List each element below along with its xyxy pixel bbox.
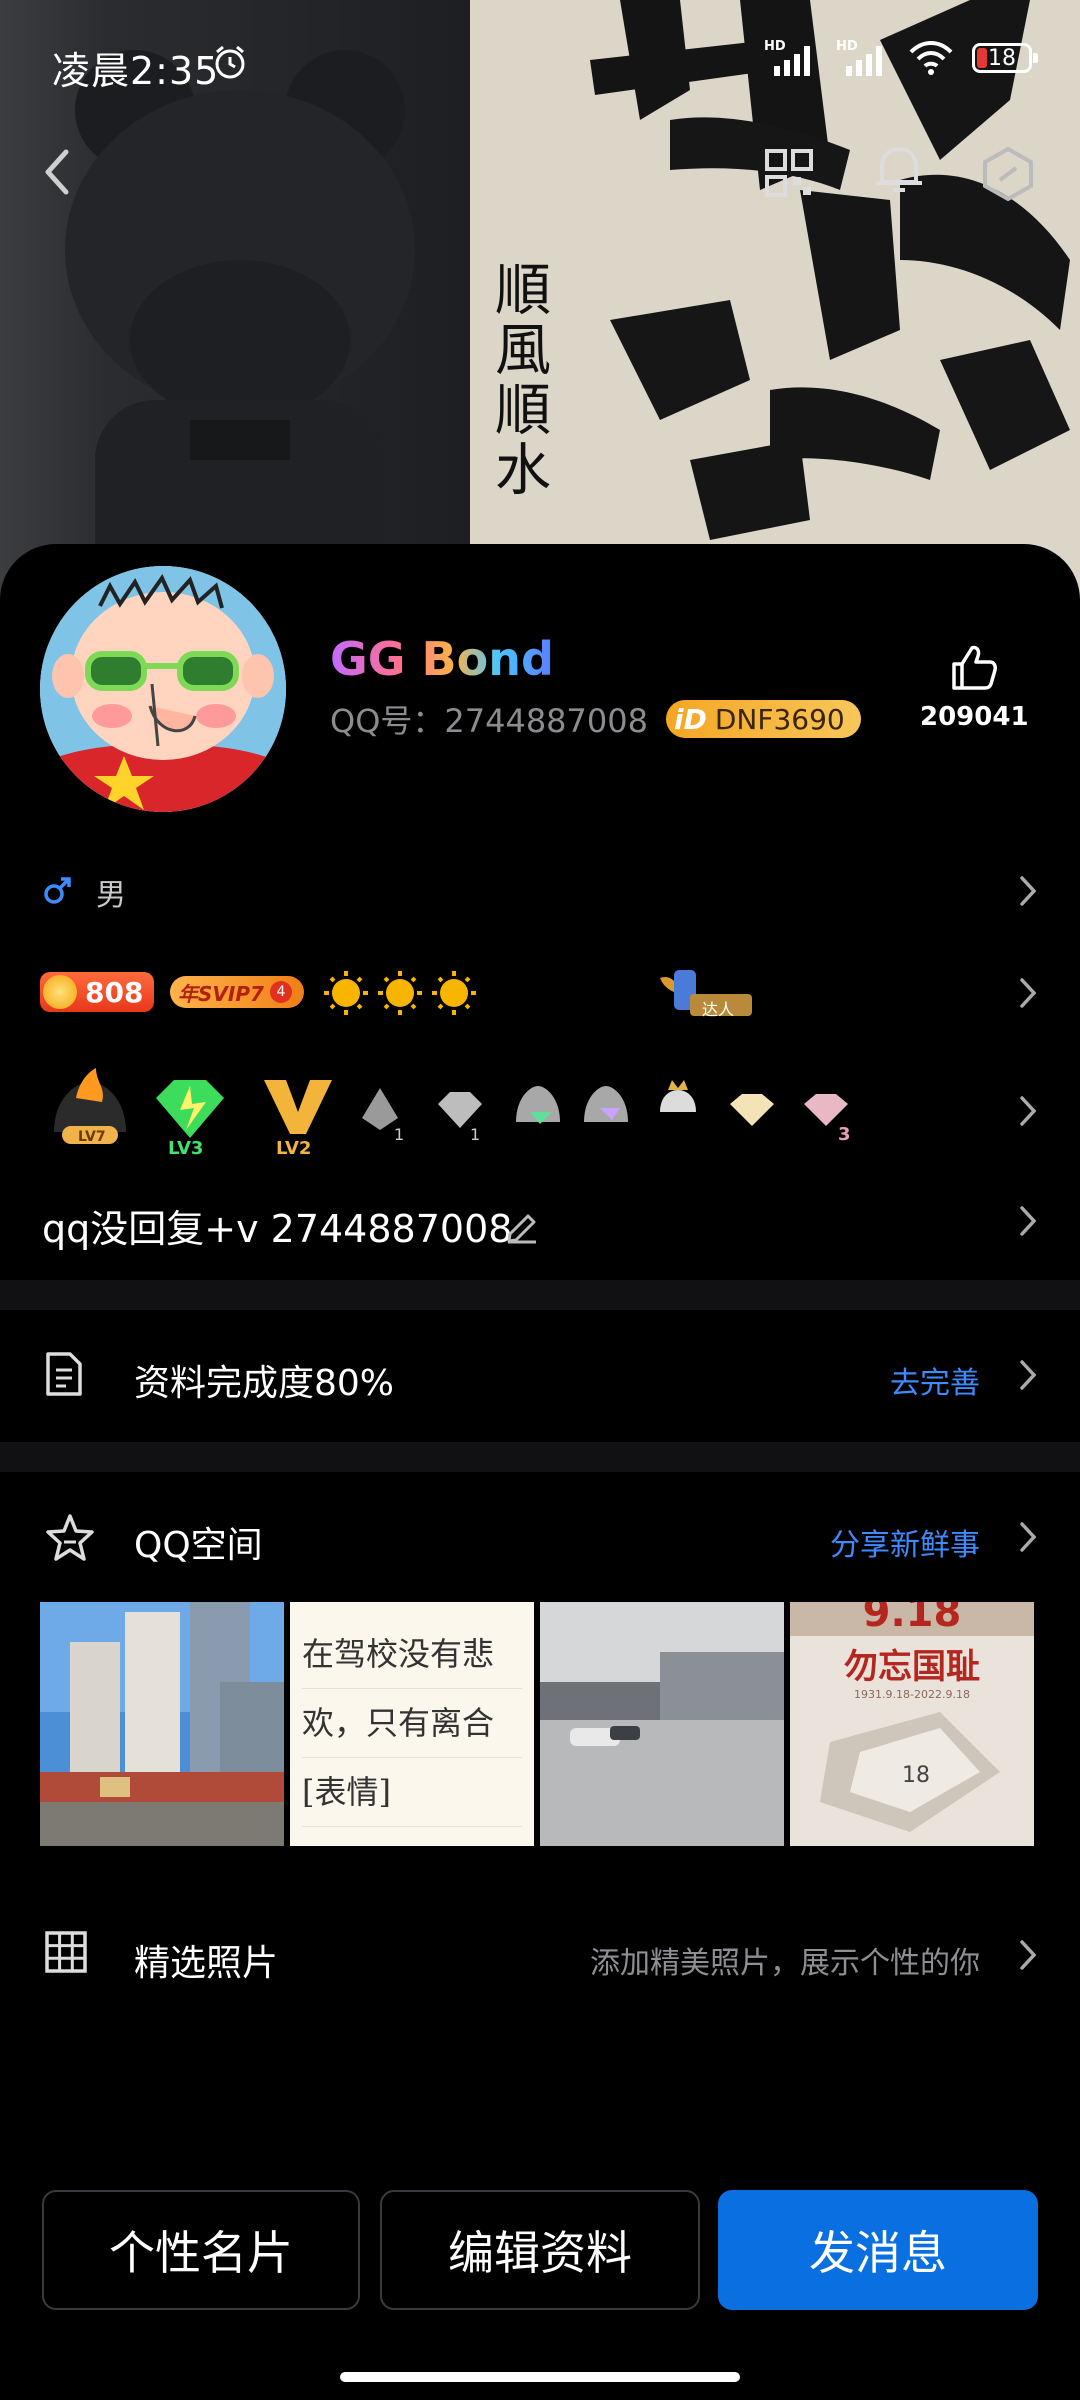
send-message-button[interactable]: 发消息: [718, 2190, 1038, 2310]
battery-level: 18: [988, 45, 1016, 71]
chevron-right-icon: [1020, 1522, 1037, 1552]
post-line-1: 在驾校没有悲: [302, 1620, 522, 1689]
game-badges-row[interactable]: LV7 LV3 LV2 1 1 3: [0, 1060, 1080, 1160]
qq-number[interactable]: QQ号：2744887008: [330, 696, 648, 742]
profile-card: [0, 544, 1080, 2400]
game-badge-label-4: 1: [394, 1125, 404, 1144]
grid-icon: [45, 1931, 87, 1973]
game-badge-label-10: 3: [838, 1124, 851, 1145]
vip-level-value: 808: [85, 975, 144, 1009]
like-count: 209041: [920, 702, 1029, 732]
edit-icon[interactable]: [504, 1208, 540, 1244]
featured-photos-row[interactable]: 精选照片 添加精美照片，展示个性的你: [0, 1896, 1080, 2016]
gender-label: 男: [96, 878, 126, 913]
id-tag[interactable]: iD DNF3690: [665, 700, 861, 738]
qzone-photo-lot[interactable]: [540, 1602, 784, 1846]
coin-icon: [43, 975, 77, 1009]
profile-completeness-row[interactable]: 资料完成度80% 去完善: [0, 1316, 1080, 1436]
chevron-right-icon: [1020, 1206, 1037, 1236]
game-badge-label-1: LV7: [78, 1129, 106, 1145]
chevron-right-icon: [1020, 1360, 1037, 1390]
signature-row[interactable]: qq没回复+v 2744887008: [0, 1188, 1080, 1258]
memorial-poster-image: 9.18 勿忘国耻 1931.9.18-2022.9.18 18: [790, 1602, 1034, 1846]
avatar-image: [40, 566, 286, 812]
hexagon-icon[interactable]: [982, 146, 1034, 202]
post-line-3: [表情]: [302, 1758, 522, 1827]
signal1-label: HD: [764, 39, 786, 54]
chevron-right-icon: [1020, 1940, 1037, 1970]
id-icon: iD: [673, 702, 707, 736]
qzone-photo-buildings[interactable]: [40, 1602, 284, 1846]
qzone-title: QQ空间: [134, 1525, 263, 1566]
game-badge-label-5: 1: [470, 1125, 480, 1144]
chevron-right-icon: [1020, 876, 1037, 906]
thumbs-up-icon: [952, 645, 997, 690]
like-button[interactable]: 209041: [920, 642, 1029, 732]
qzone-text-post[interactable]: 在驾校没有悲 欢，只有离合 [表情]: [290, 1602, 534, 1846]
profile-card-button[interactable]: 个性名片: [42, 2190, 360, 2310]
share-news-link[interactable]: 分享新鲜事: [830, 1520, 980, 1564]
post-line-2: 欢，只有离合: [302, 1689, 522, 1758]
chevron-right-icon: [1020, 1096, 1037, 1126]
game-badge-label-3: LV2: [276, 1138, 311, 1158]
poster-dates: 1931.9.18-2022.9.18: [854, 1688, 970, 1701]
vip-badges-row[interactable]: 808 年SVIP7 4 达人: [0, 960, 1080, 1030]
gender-row[interactable]: 男: [0, 860, 1080, 920]
alarm-icon: [215, 45, 245, 79]
signal-icon-2: HD: [836, 39, 882, 76]
document-icon: [46, 1352, 82, 1396]
poster-headline: 9.18: [863, 1602, 962, 1636]
svip-badge-label: 年SVIP7: [178, 981, 264, 1006]
signal-icon: HD: [764, 39, 810, 76]
add-photos-link[interactable]: 添加精美照片，展示个性的你: [590, 1938, 980, 1982]
poster-title: 勿忘国耻: [844, 1647, 980, 1687]
status-bar: 凌晨2:35 HD HD 18: [0, 0, 1080, 130]
star-icon: [46, 1514, 94, 1561]
completeness-title: 资料完成度80%: [134, 1363, 395, 1404]
id-tag-label: DNF3690: [714, 702, 845, 736]
signature-text: qq没回复+v 2744887008: [42, 1207, 513, 1251]
achiever-label: 达人: [702, 1000, 735, 1019]
qr-code-icon[interactable]: [764, 148, 814, 198]
chevron-right-icon: [1020, 978, 1037, 1008]
svip-badge: 年SVIP7 4: [170, 976, 304, 1008]
qzone-thumbnails: 在驾校没有悲 欢，只有离合 [表情] 9.18 勿忘国耻 1931.9.18-2…: [40, 1602, 1040, 1846]
level-icons: [324, 971, 642, 1015]
back-icon[interactable]: [38, 148, 78, 196]
buildings-image: [40, 1602, 284, 1846]
complete-profile-link[interactable]: 去完善: [890, 1358, 980, 1402]
calligraphy-poem: 順風順水: [486, 260, 551, 500]
home-indicator[interactable]: [340, 2372, 740, 2382]
vip-level-badge: 808: [40, 972, 154, 1012]
wifi-icon: [909, 41, 953, 75]
bell-icon[interactable]: [872, 142, 926, 198]
qzone-row[interactable]: QQ空间 分享新鲜事: [0, 1478, 1080, 1598]
featured-photos-title: 精选照片: [134, 1943, 279, 1984]
status-time: 凌晨2:35: [52, 49, 220, 93]
game-badge-label-2: LV3: [168, 1138, 203, 1158]
section-divider: [0, 1442, 1080, 1472]
battery-icon: 18: [972, 43, 1038, 73]
qzone-photo-poster[interactable]: 9.18 勿忘国耻 1931.9.18-2022.9.18 18: [790, 1602, 1034, 1846]
game-badges: LV7 LV3 LV2 1 1 3: [54, 1068, 851, 1158]
svip-sub-badge: 4: [269, 981, 292, 1003]
avatar[interactable]: [40, 566, 286, 812]
nickname: GG Bond: [330, 632, 554, 686]
achiever-badge: 达人: [656, 964, 756, 1020]
parking-lot-image: [540, 1602, 784, 1846]
section-divider: [0, 1280, 1080, 1310]
male-icon: [44, 877, 71, 904]
qq-number-line: QQ号：2744887008 iD DNF3690: [330, 696, 861, 742]
edit-profile-button[interactable]: 编辑资料: [380, 2190, 700, 2310]
signal2-label: HD: [836, 39, 858, 54]
poster-calendar-date: 18: [902, 1763, 930, 1788]
